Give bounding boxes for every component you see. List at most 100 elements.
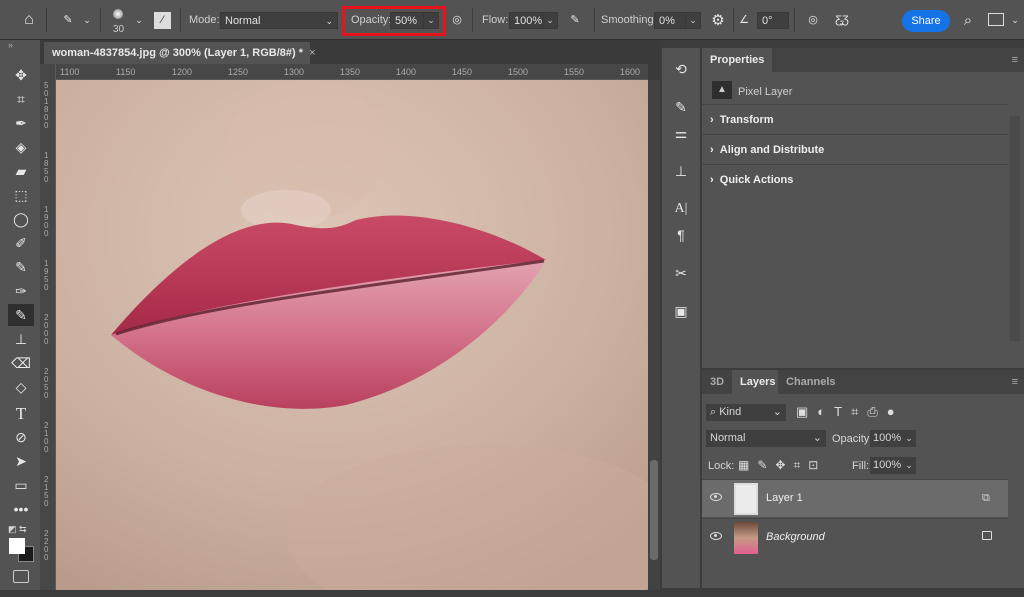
fill-input[interactable]: 100% <box>870 457 902 474</box>
ruler-vertical: 50 1800 1850 1900 1950 2000 2050 2100 2150 2200 <box>40 64 56 590</box>
brushes-panel-icon[interactable]: ⚌ <box>670 122 692 144</box>
fill-tool-icon[interactable]: ◇ <box>8 376 34 398</box>
pen-tool-icon[interactable]: ✐ <box>8 232 34 254</box>
stamp-tool-icon[interactable]: ⊥ <box>8 328 34 350</box>
layer-thumbnail <box>734 483 758 515</box>
properties-scrollbar[interactable] <box>1010 116 1020 341</box>
layer-opacity-label: Opacity: <box>832 433 873 445</box>
mode-select[interactable]: Normal ⌄ <box>220 12 338 29</box>
document-title: woman-4837854.jpg @ 300% (Layer 1, RGB/8… <box>52 47 303 59</box>
history-icon[interactable]: ⟲ <box>670 58 692 80</box>
flow-dropdown[interactable]: ⌄ <box>542 12 558 29</box>
layer-opacity-dropdown[interactable]: ⌄ <box>902 430 916 447</box>
home-icon[interactable]: ⌂ <box>18 10 40 30</box>
chevron-down-icon[interactable]: ⌄ <box>134 12 144 28</box>
visibility-eye-icon[interactable] <box>710 532 722 540</box>
brush-settings-icon[interactable]: ⁄ <box>154 12 171 29</box>
tab-layers[interactable]: Layers <box>732 370 784 394</box>
filter-kind-select[interactable]: ⌕ Kind ⌄ <box>706 404 786 421</box>
ruler-tick: 1400 <box>396 67 417 77</box>
crop-tool-icon[interactable]: ⌗ <box>8 88 34 110</box>
chevron-down-icon[interactable]: ⌄ <box>1010 12 1020 28</box>
toolbar: » ✥ ⌗ ✒ ◈ ▰ ⬚ ◯ ✐ ✎ ✑ ✎ ⊥ ⌫ ◇ T ⊘ ➤ ▭ ••… <box>0 40 40 590</box>
close-tab-icon[interactable]: × <box>309 47 315 59</box>
type-tool-icon[interactable]: T <box>8 402 34 424</box>
ruler-tick: 1950 <box>44 259 49 292</box>
rectangle-tool-icon[interactable]: ▭ <box>8 474 34 496</box>
image-canvas[interactable] <box>56 80 648 590</box>
brush-preset-icon[interactable]: ✎ <box>58 10 78 30</box>
ruler-tick: 2000 <box>44 313 49 346</box>
layer-name[interactable]: Layer 1 <box>766 492 803 505</box>
tab-3d[interactable]: 3D <box>702 370 733 394</box>
ruler-tick: 1150 <box>116 67 136 77</box>
foreground-color-swatch[interactable] <box>9 538 25 554</box>
blend-mode-select[interactable]: Normal ⌄ <box>706 430 826 447</box>
tab-channels[interactable]: Channels <box>778 370 844 394</box>
ruler-tick: 2200 <box>44 529 49 562</box>
tab-properties[interactable]: Properties <box>702 48 773 72</box>
layer-name[interactable]: Background <box>766 531 825 544</box>
character-panel-icon[interactable]: A| <box>670 198 692 220</box>
brush-tip-icon[interactable] <box>113 9 123 19</box>
smoothing-dropdown[interactable]: ⌄ <box>685 12 701 29</box>
workspace-icon[interactable] <box>988 13 1004 26</box>
layer-row-background[interactable]: Background <box>702 518 1008 556</box>
move-tool-icon[interactable]: ✥ <box>8 64 34 86</box>
lasso-tool-icon[interactable]: ◯ <box>8 208 34 230</box>
swap-colors-icon[interactable]: ◩ ⇆ <box>8 524 27 534</box>
flow-input[interactable]: 100% <box>509 12 543 29</box>
eyedropper-tool-icon[interactable]: ✒ <box>8 112 34 134</box>
airbrush-icon[interactable]: ✎ <box>565 10 585 30</box>
color-sampler-tool-icon[interactable]: ✑ <box>8 280 34 302</box>
vertical-scrollbar[interactable] <box>648 80 660 590</box>
panel-menu-icon[interactable]: ≡ <box>1012 376 1018 388</box>
eraser-tool-icon[interactable]: ⌫ <box>8 352 34 374</box>
brush-size: 30 <box>113 24 125 35</box>
tool-presets-icon[interactable]: ✂ <box>670 262 692 284</box>
pressure-opacity-icon[interactable]: ◎ <box>447 10 467 30</box>
ruler-tick: 1350 <box>340 67 361 77</box>
search-icon[interactable]: ⌕ <box>958 10 978 30</box>
paragraph-panel-icon[interactable]: ¶ <box>670 224 692 246</box>
angle-icon: ∠ <box>739 13 749 26</box>
linked-layer-icon: ⧉ <box>982 492 990 504</box>
collapse-icon[interactable]: » <box>8 40 13 50</box>
selection-arrow-icon[interactable]: ➤ <box>8 450 34 472</box>
chevron-down-icon[interactable]: ⌄ <box>82 12 92 28</box>
angle-input[interactable]: 0° <box>757 12 789 29</box>
scroll-thumb[interactable] <box>650 460 658 560</box>
ruler-tick: 2050 <box>44 367 49 400</box>
visibility-eye-icon[interactable] <box>710 493 722 501</box>
smoothing-input[interactable]: 0% <box>654 12 686 29</box>
layer-type: Pixel Layer <box>738 86 793 98</box>
layer-opacity-input[interactable]: 100% <box>870 430 902 447</box>
section-transform[interactable]: › Transform <box>702 104 1008 134</box>
quick-selection-tool-icon[interactable]: ✎ <box>8 256 34 278</box>
section-align-distribute[interactable]: › Align and Distribute <box>702 134 1008 164</box>
symmetry-butterfly-icon[interactable]: Ƹ̵̡Ʒ <box>832 10 852 30</box>
brush-settings-panel-icon[interactable]: ✎ <box>670 96 692 118</box>
pixel-layer-icon: ▲ <box>712 81 732 99</box>
section-quick-actions[interactable]: › Quick Actions <box>702 164 1008 194</box>
filter-type-icons[interactable]: ▣◐T⌗⎙● <box>796 404 904 420</box>
panel-menu-icon[interactable]: ≡ <box>1012 54 1018 66</box>
brush-tool-icon[interactable]: ✎ <box>8 304 34 326</box>
clone-source-icon[interactable]: ⊥ <box>670 160 692 182</box>
layer-row-layer-1[interactable]: Layer 1 ⧉ <box>702 479 1008 517</box>
navigator-icon[interactable]: ▣ <box>670 300 692 322</box>
lock-icons[interactable]: ▦✎✥⌗⊡ <box>738 457 826 473</box>
marquee-tool-icon[interactable]: ⬚ <box>8 184 34 206</box>
document-tab[interactable]: woman-4837854.jpg @ 300% (Layer 1, RGB/8… <box>44 42 316 64</box>
quick-mask-icon[interactable] <box>13 570 29 583</box>
ruler-tick: 1450 <box>452 67 473 77</box>
share-button[interactable]: Share <box>902 10 950 32</box>
pen-path-tool-icon[interactable]: ⊘ <box>8 426 34 448</box>
more-tools-icon[interactable]: ••• <box>8 498 34 520</box>
paint-bucket-tool-icon[interactable]: ◈ <box>8 136 34 158</box>
pressure-size-icon[interactable]: ◎ <box>803 10 823 30</box>
eraser-smart-tool-icon[interactable]: ▰ <box>8 160 34 182</box>
ruler-tick: 1600 <box>620 67 641 77</box>
fill-dropdown[interactable]: ⌄ <box>902 457 916 474</box>
gear-icon[interactable]: ⚙ <box>708 10 728 30</box>
